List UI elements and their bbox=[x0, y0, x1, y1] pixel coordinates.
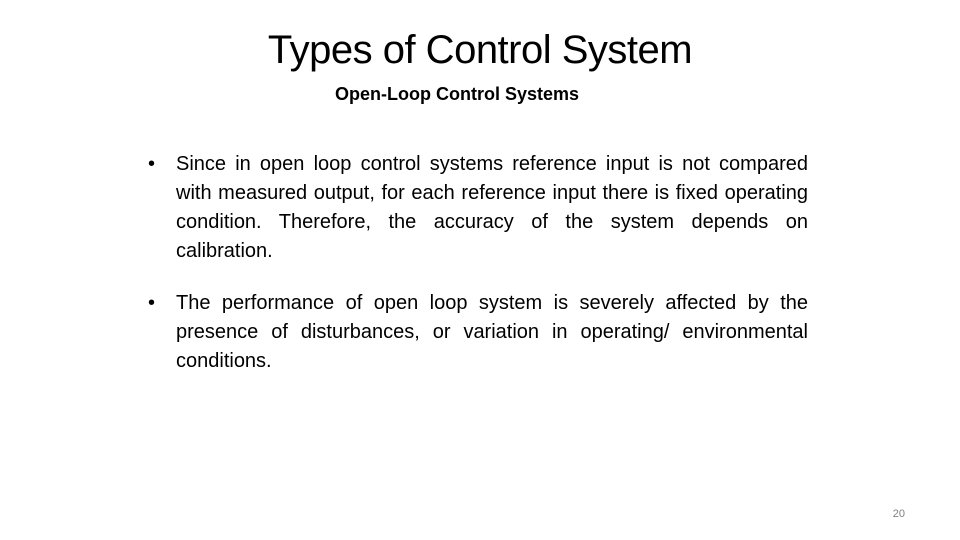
bullet-text: Since in open loop control systems refer… bbox=[176, 153, 808, 262]
bullet-item: • Since in open loop control systems ref… bbox=[148, 150, 808, 266]
slide-subtitle: Open-Loop Control Systems bbox=[335, 84, 580, 104]
bullet-marker: • bbox=[148, 153, 156, 175]
slide-title-text: Types of Control System bbox=[267, 28, 693, 72]
bullet-text: The performance of open loop system is s… bbox=[176, 292, 808, 372]
bullet-marker: • bbox=[148, 292, 156, 314]
bullet-item: • The performance of open loop system is… bbox=[148, 289, 808, 376]
page-number: 20 bbox=[892, 508, 905, 520]
slide-title: Types of Control System bbox=[0, 28, 960, 73]
